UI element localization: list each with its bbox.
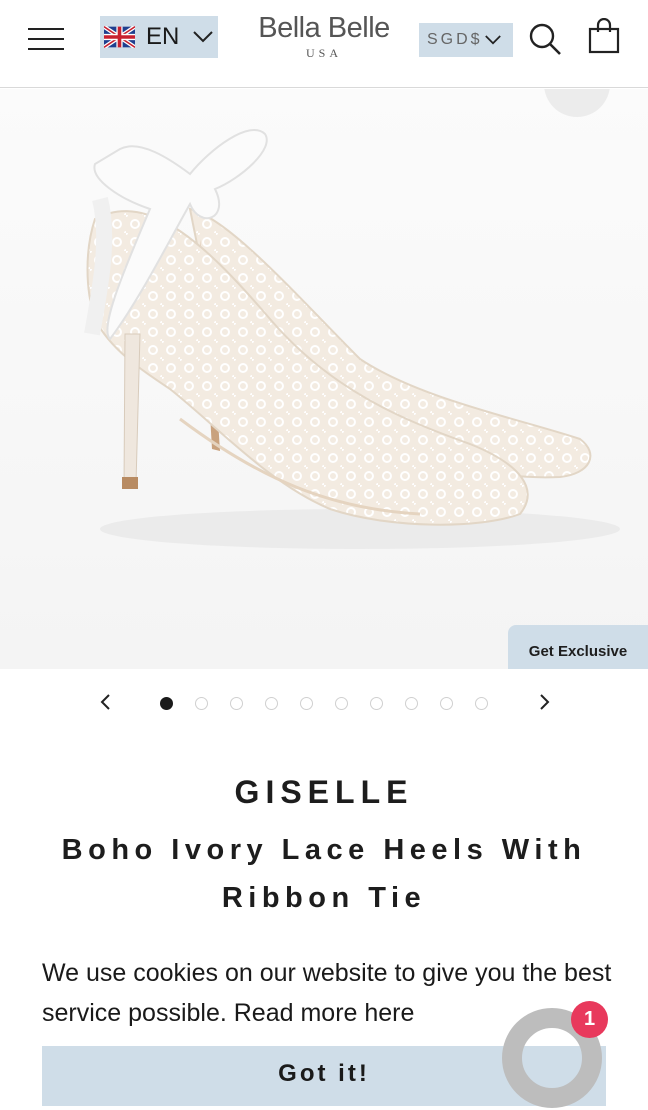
logo-text: Bella Belle (258, 12, 390, 44)
site-header: EN Bella Belle USA SGD$ (0, 0, 648, 88)
carousel-dot[interactable] (160, 697, 173, 710)
carousel-dot[interactable] (265, 697, 278, 710)
chevron-left-icon[interactable] (96, 690, 116, 714)
deals-label: Get Exclusive Deals (528, 643, 628, 660)
lace-heels-illustration (84, 128, 620, 549)
carousel-dot[interactable] (300, 697, 313, 710)
uk-flag-icon (104, 26, 135, 48)
language-selector[interactable]: EN (100, 16, 218, 58)
product-title: GISELLE (234, 774, 414, 810)
carousel-dot[interactable] (335, 697, 348, 710)
carousel-dot[interactable] (440, 697, 453, 710)
logo-subtext: USA (305, 46, 342, 60)
chevron-right-icon[interactable] (534, 690, 554, 714)
exclusive-deals-button[interactable]: Get Exclusive Deals (508, 625, 648, 669)
carousel-dot[interactable] (475, 697, 488, 710)
image-carousel-controls (0, 680, 648, 728)
shopping-bag-icon[interactable] (588, 18, 620, 54)
carousel-dot[interactable] (195, 697, 208, 710)
product-image[interactable]: Get Exclusive Deals (0, 89, 648, 669)
carousel-dots (160, 697, 510, 713)
brand-logo[interactable]: Bella Belle USA (248, 12, 400, 64)
language-label: EN (146, 23, 180, 50)
chevron-down-icon (484, 35, 501, 45)
product-subtitle: Boho Ivory Lace Heels With Ribbon Tie (61, 834, 587, 914)
search-icon[interactable] (528, 22, 562, 56)
carousel-dot[interactable] (230, 697, 243, 710)
currency-label: SGD$ (427, 31, 483, 48)
carousel-dot[interactable] (405, 697, 418, 710)
carousel-dot[interactable] (370, 697, 383, 710)
hamburger-menu-icon[interactable] (28, 26, 64, 52)
currency-selector[interactable]: SGD$ (419, 23, 513, 57)
chevron-down-icon (193, 31, 214, 43)
notification-badge: 1 (571, 1001, 608, 1038)
